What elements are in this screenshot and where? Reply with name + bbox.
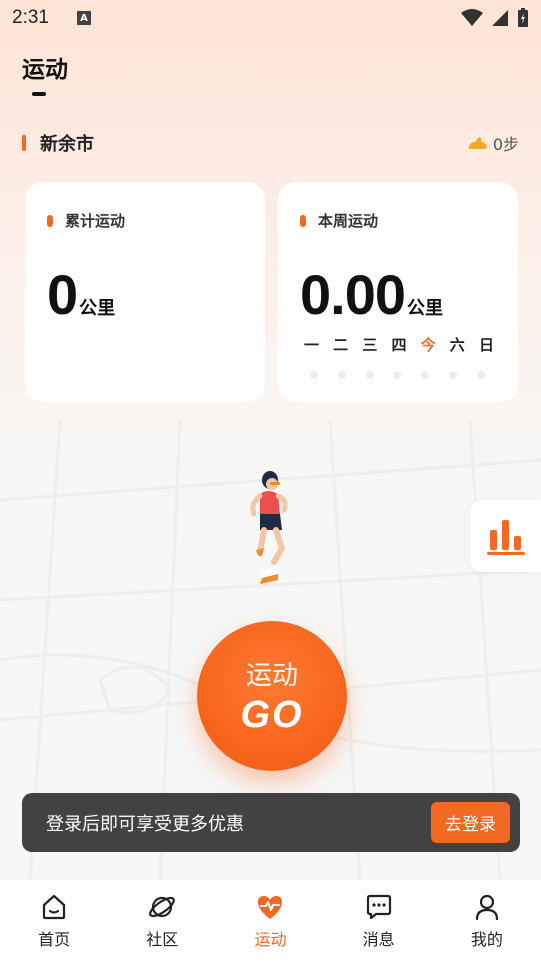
planet-icon [149,896,176,918]
tab-messages-label: 消息 [362,930,395,949]
tab-community[interactable]: 社区 [117,892,207,950]
weekday-label: 日 [478,336,494,354]
login-prompt-bar: 登录后即可享受更多优惠 去登录 [22,793,520,852]
label-marker [300,214,306,227]
total-exercise-card[interactable]: 累计运动 0 公里 [25,182,265,402]
tab-home[interactable]: 首页 [9,892,99,950]
total-distance: 0 公里 [47,262,115,327]
day-dot [476,371,485,379]
go-button-label: 运动 [245,661,298,691]
day-dot [365,371,374,379]
day-dot [337,371,346,379]
bottom-tab-bar: 首页 社区 运动 消息 我的 [0,880,541,963]
title-underline [32,92,46,96]
tab-mine[interactable]: 我的 [442,892,532,950]
total-exercise-label-row: 累计运动 [47,210,125,231]
battery-icon [518,8,528,27]
day-dot [310,371,318,379]
status-bar: 2:31 A [0,0,541,36]
day-dot [421,371,430,379]
label-marker [47,214,53,227]
steps-counter[interactable]: 0步 [467,131,519,155]
weekday-today-label: 今 [420,336,436,354]
signal-icon [492,10,508,26]
heart-pulse-icon [258,896,283,919]
page-title: 运动 [22,57,68,83]
weekly-exercise-label: 本周运动 [318,212,379,230]
bar-chart-icon [486,520,525,555]
city-name[interactable]: 新余市 [40,130,94,156]
weekday-label: 三 [362,336,378,354]
day-dot [393,371,402,379]
login-prompt-text: 登录后即可享受更多优惠 [46,813,244,835]
home-icon [42,894,66,920]
tab-mine-label: 我的 [470,930,503,949]
total-distance-value: 0 [47,263,78,326]
weekday-label: 四 [391,336,407,354]
go-login-button[interactable]: 去登录 [431,802,510,843]
total-exercise-label: 累计运动 [65,212,126,230]
weekly-distance-value: 0.00 [300,263,406,326]
total-distance-unit: 公里 [79,298,116,319]
week-progress-dots [310,371,485,379]
go-button-text: GO [240,694,304,736]
weekly-distance: 0.00 公里 [300,262,443,327]
tab-exercise-label: 运动 [254,930,287,949]
wifi-icon [461,9,483,26]
weekday-label: 一 [304,336,320,354]
weekday-label: 二 [333,336,349,354]
weekly-exercise-card[interactable]: 本周运动 0.00 公里 一 二 三 四 今 六 日 [278,182,518,402]
weekly-distance-unit: 公里 [407,298,443,319]
day-dot [449,371,458,379]
weekly-exercise-label-row: 本周运动 [300,210,378,231]
message-icon [366,894,391,920]
steps-value: 0步 [492,135,519,154]
notification-a-icon: A [76,11,91,25]
shoe-icon [468,137,487,149]
weekday-label: 六 [449,336,465,354]
tab-home-label: 首页 [38,930,71,949]
runner-illustration [250,471,288,584]
tab-community-label: 社区 [146,930,179,949]
start-exercise-go-button[interactable]: 运动 GO [197,621,347,771]
stats-side-button[interactable] [470,500,541,572]
user-icon [475,894,498,921]
week-days: 一 二 三 四 今 六 日 [304,334,494,355]
tab-exercise[interactable]: 运动 [225,892,315,950]
tab-messages[interactable]: 消息 [334,892,424,950]
city-row: 新余市 0步 [22,130,519,156]
city-marker [22,135,26,151]
status-time: 2:31 [12,7,49,28]
